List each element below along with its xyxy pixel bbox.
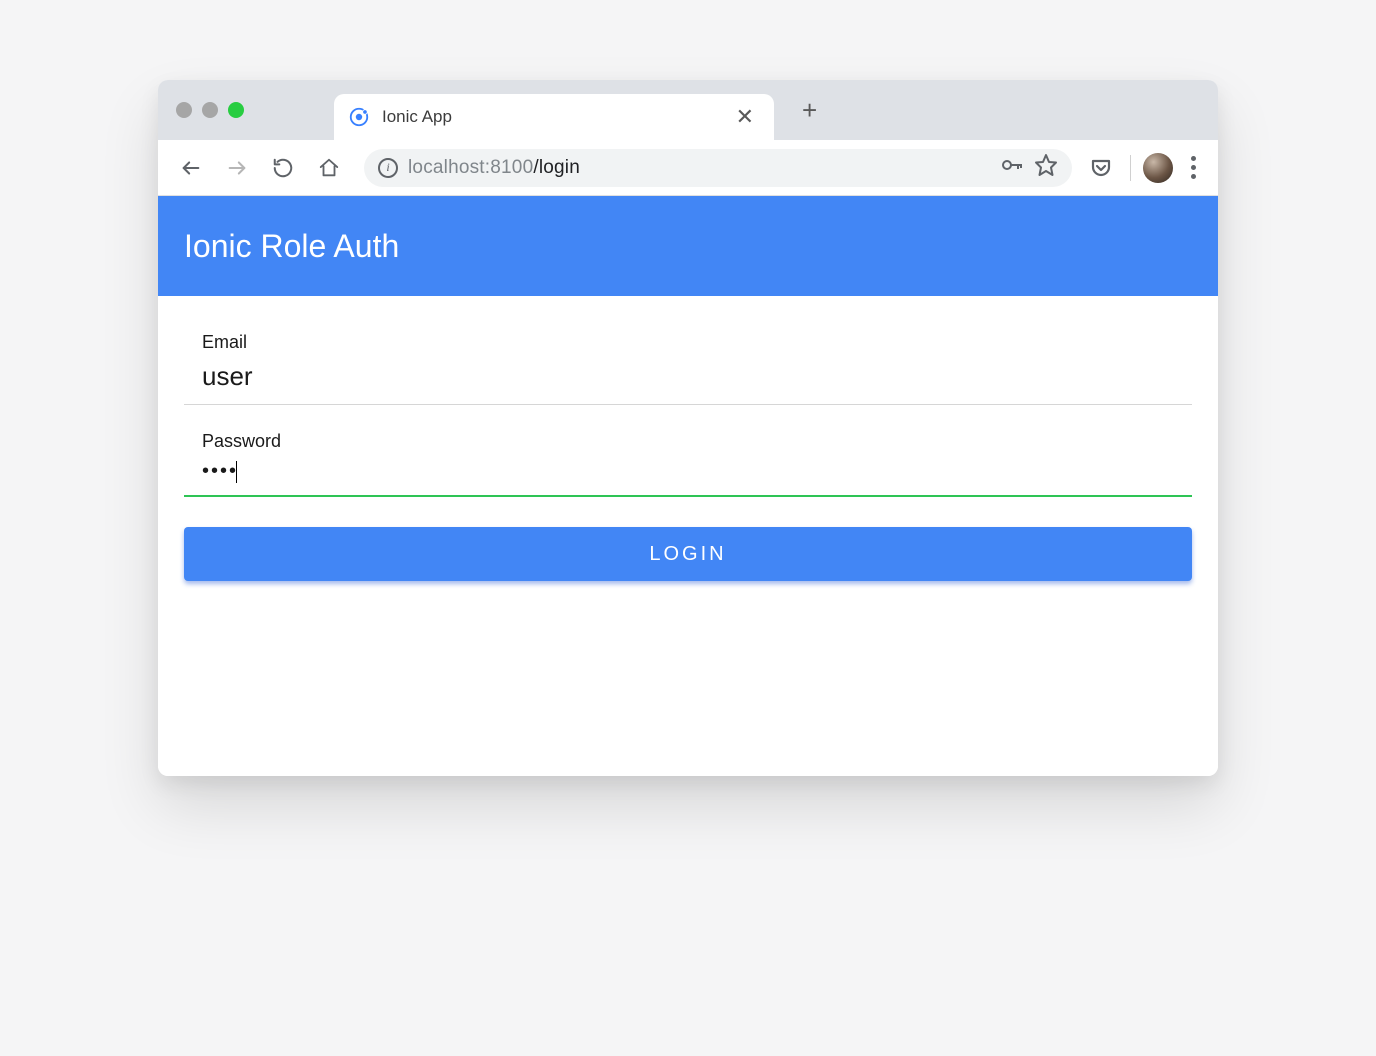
site-info-icon[interactable]: i: [378, 158, 398, 178]
address-bar-row: i localhost:8100/login: [158, 140, 1218, 196]
maximize-window-icon[interactable]: [228, 102, 244, 118]
password-input[interactable]: ••••: [202, 458, 238, 485]
new-tab-icon[interactable]: +: [802, 97, 817, 123]
tab-title: Ionic App: [382, 107, 730, 127]
email-input[interactable]: [202, 359, 1174, 394]
tab-bar: Ionic App ✕ +: [158, 80, 1218, 140]
password-label: Password: [202, 431, 1174, 452]
close-window-icon[interactable]: [176, 102, 192, 118]
browser-window: Ionic App ✕ + i localhost:8100/login: [158, 80, 1218, 776]
reload-icon[interactable]: [266, 151, 300, 185]
browser-tab[interactable]: Ionic App ✕: [334, 94, 774, 140]
email-field-row: Email: [184, 332, 1192, 405]
back-icon[interactable]: [174, 151, 208, 185]
profile-avatar[interactable]: [1143, 153, 1173, 183]
ionic-favicon-icon: [348, 106, 370, 128]
minimize-window-icon[interactable]: [202, 102, 218, 118]
password-key-icon[interactable]: [1000, 153, 1024, 182]
menu-icon[interactable]: [1185, 156, 1202, 179]
login-button[interactable]: LOGIN: [184, 527, 1192, 581]
app-title: Ionic Role Auth: [184, 228, 399, 265]
url-bar[interactable]: i localhost:8100/login: [364, 149, 1072, 187]
forward-icon[interactable]: [220, 151, 254, 185]
text-caret-icon: [236, 461, 237, 483]
password-field-row: Password ••••: [184, 431, 1192, 497]
tab-close-icon[interactable]: ✕: [730, 104, 760, 130]
email-label: Email: [202, 332, 1174, 353]
toolbar-divider: [1130, 155, 1131, 181]
bookmark-star-icon[interactable]: [1034, 153, 1058, 182]
url-text: localhost:8100/login: [408, 157, 580, 179]
window-controls: [176, 102, 244, 118]
home-icon[interactable]: [312, 151, 346, 185]
pocket-icon[interactable]: [1084, 151, 1118, 185]
login-form: Email Password •••• LOGIN: [158, 296, 1218, 776]
app-header: Ionic Role Auth: [158, 196, 1218, 296]
